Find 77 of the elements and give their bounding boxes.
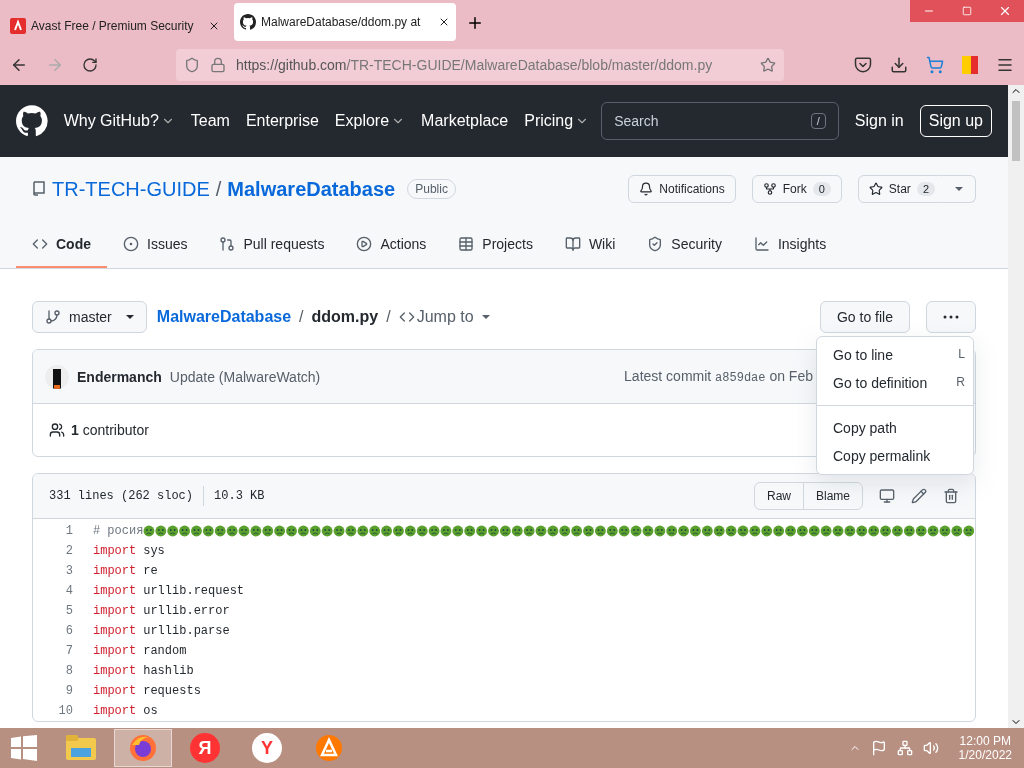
address-bar[interactable]: https://github.com/TR-TECH-GUIDE/MalwareDatabase/blob/master/ddom.py [176,49,784,81]
nav-link[interactable]: Team [190,112,230,130]
line-number: 6 [64,624,73,638]
repo-tab[interactable]: Insights [737,221,843,268]
line-number: 7 [64,644,73,658]
branch-button[interactable]: master [32,301,147,333]
line-number: 2 [64,544,73,558]
count-label: 0 [812,182,831,196]
menu-item[interactable]: Copy path [817,414,973,442]
sign-up-button[interactable]: Sign up [919,105,992,137]
menu-item[interactable]: Copy permalink [817,442,973,470]
line-count: 331 lines (262 sloc) [49,489,194,503]
repo-tab[interactable]: Issues [107,221,204,268]
code-text: requests [143,684,201,698]
code-keyword: import [93,624,137,638]
blame-button[interactable]: Blame [803,482,863,510]
line-number: 4 [64,584,73,598]
line-number: 1 [64,524,73,538]
search-field[interactable]: Search / [601,102,839,140]
author-link[interactable]: Endermanch [77,368,162,385]
code-comment: # росия [92,524,144,538]
nav-link[interactable]: Enterprise [245,112,319,130]
path-separator: / [215,177,222,201]
raw-button[interactable]: Raw [753,482,804,510]
browser-tab[interactable]: Avast Free / Premium Security [4,7,226,45]
repo-tab[interactable]: Security [631,221,738,268]
jump-to-link[interactable]: Jump to [398,308,490,326]
menu-item[interactable]: Go to line L [817,341,973,369]
file-name: ddom.py [311,308,379,326]
nav-link[interactable]: Explore [334,112,406,130]
nav-link[interactable]: Why GitHub? [63,112,175,130]
line-number: 5 [64,604,73,618]
contributors-text: 1 contributor [71,422,149,438]
path-separator: / [386,308,391,326]
bell-button[interactable]: Notifications [628,175,736,203]
code-keyword: import [93,544,137,558]
repo-tab[interactable]: Projects [442,221,549,268]
fork-button[interactable]: Fork 0 [751,175,842,203]
code-text: urllib.error [143,604,230,618]
browser-app-button[interactable]: Y [238,729,296,767]
code-keyword: import [93,684,137,698]
code-keyword: import [93,664,137,678]
line-number: 9 [64,684,73,698]
code-keyword: import [93,644,137,658]
nav-link[interactable]: Pricing [524,112,590,130]
file-size: 10.3 KB [214,489,265,503]
code-text: os [143,704,158,718]
code-text: re [143,564,158,578]
owner-link[interactable]: TR-TECH-GUIDE [52,177,210,201]
line-number: 8 [64,664,73,678]
latest-commit-text: Latest commit a859dae on Feb [624,368,813,385]
sign-in-link[interactable]: Sign in [854,112,904,130]
repo-tab[interactable]: Code [16,221,107,268]
nav-link[interactable]: Marketplace [421,112,509,130]
line-number: 10 [57,704,73,718]
repo-link[interactable]: MalwareDatabase [156,308,292,326]
yandex-app-button[interactable]: Я [176,729,234,767]
go-to-file-button[interactable]: Go to file [819,301,910,333]
path-separator: / [299,308,304,326]
repo-tab[interactable]: Wiki [548,221,632,268]
repo-tab[interactable]: Pull requests [203,221,341,268]
browser-tab[interactable]: MalwareDatabase/ddom.py at [234,3,456,41]
code-keyword: import [93,564,137,578]
code-text: urllib.request [143,584,245,598]
repo-tab[interactable]: Actions [340,221,443,268]
code-text: sys [143,544,165,558]
count-label: 2 [916,182,935,196]
code-text: urllib.parse [143,624,230,638]
repo-link[interactable]: MalwareDatabase [227,177,396,201]
code-keyword: import [93,604,137,618]
menu-item[interactable]: Go to definition R [817,369,973,397]
code-text: random [143,644,187,658]
code-text: hashlib [143,664,194,678]
code-keyword: import [93,704,137,718]
commit-message[interactable]: Update (MalwareWatch) [169,368,321,385]
code-keyword: import [93,584,137,598]
line-number: 3 [64,564,73,578]
